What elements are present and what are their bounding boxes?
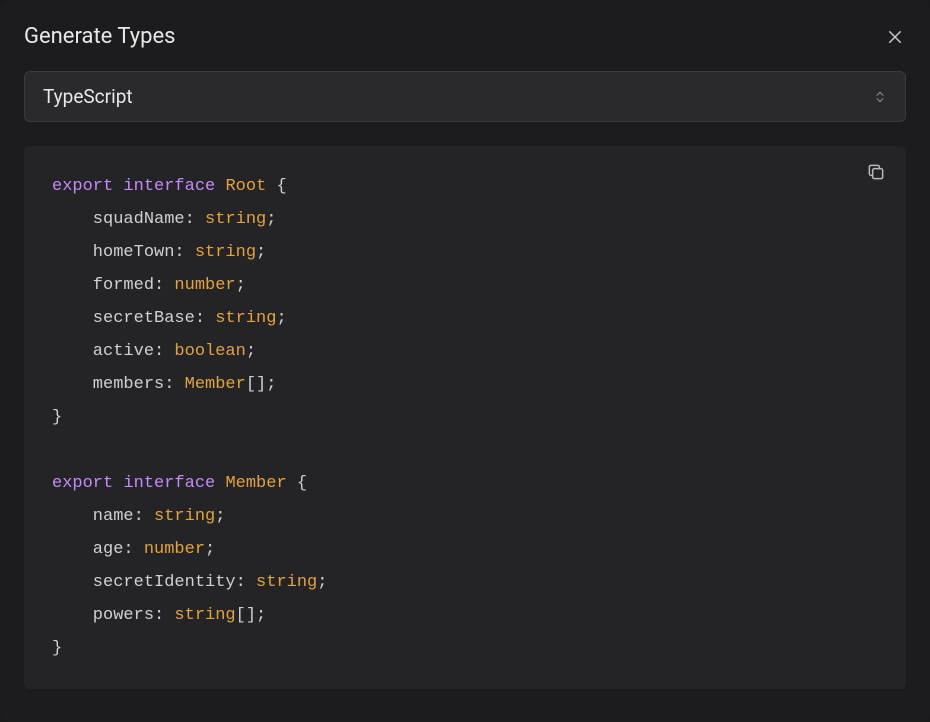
- copy-button[interactable]: [866, 162, 888, 184]
- generate-types-dialog: Generate Types TypeScript export interfa…: [0, 0, 930, 722]
- language-select-value: TypeScript: [43, 85, 133, 108]
- close-icon: [886, 28, 904, 46]
- language-select[interactable]: TypeScript: [24, 71, 906, 122]
- dialog-title: Generate Types: [24, 24, 176, 49]
- generated-code[interactable]: export interface Root { squadName: strin…: [52, 170, 878, 665]
- language-select-wrap: TypeScript: [24, 71, 906, 122]
- dialog-header: Generate Types: [24, 24, 906, 49]
- close-button[interactable]: [884, 26, 906, 48]
- copy-icon: [866, 162, 886, 182]
- code-panel: export interface Root { squadName: strin…: [24, 146, 906, 689]
- chevron-up-down-icon: [873, 90, 887, 104]
